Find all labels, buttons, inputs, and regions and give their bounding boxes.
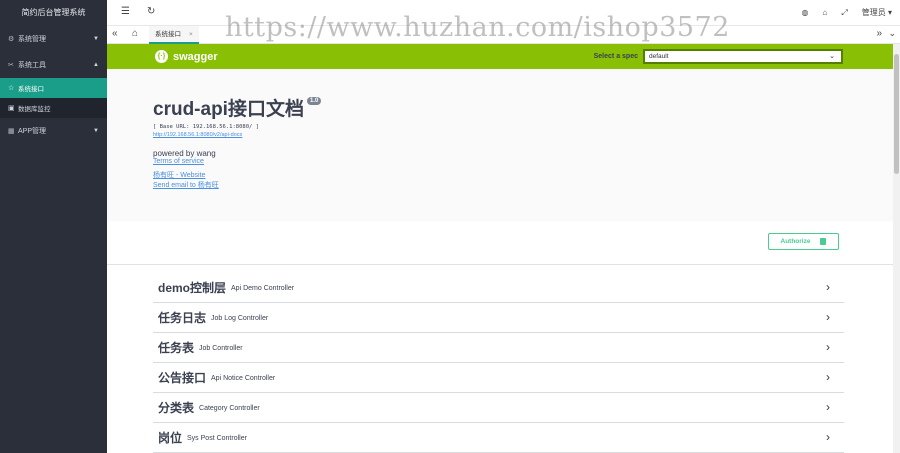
spec-select[interactable]: default ⌄: [643, 49, 843, 64]
menu-toggle-icon[interactable]: ☰: [121, 6, 130, 17]
chevron-right-icon: ›: [826, 400, 830, 414]
auth-section: Authorize: [107, 221, 893, 265]
operations-list: demo控制层 Api Demo Controller › 任务日志 Job L…: [107, 265, 893, 453]
api-docs-link[interactable]: http://192.168.56.1:8080/v2/api-docs: [153, 132, 893, 138]
chevron-down-icon: ▼: [93, 128, 99, 134]
monitor-icon: ▣: [8, 105, 15, 112]
sidebar-item-system-tools[interactable]: ✂ 系统工具 ▲: [0, 52, 107, 78]
chevron-right-icon: ›: [826, 340, 830, 354]
operation-name: 任务日志: [158, 311, 207, 325]
chevron-down-icon: ▼: [93, 36, 99, 42]
authorize-label: Authorize: [780, 238, 811, 245]
operation-desc: Sys Post Controller: [187, 435, 247, 442]
sidebar-item-db-monitor[interactable]: ▣ 数据库监控: [0, 98, 107, 118]
swagger-logo-icon: {·}: [155, 50, 168, 63]
swagger-logo-text: swagger: [173, 50, 218, 63]
operation-name: 任务表: [158, 341, 195, 355]
operation-name: 岗位: [158, 431, 183, 445]
lock-icon: [820, 238, 827, 245]
scroll-left-icon[interactable]: «: [112, 28, 118, 39]
admin-label: 管理员: [861, 8, 886, 17]
sidebar-item-label: 系统管理: [18, 36, 46, 43]
operation-name: demo控制层: [158, 281, 227, 295]
fullscreen-icon[interactable]: ⤢: [841, 8, 847, 18]
gear-icon: ⚙: [8, 36, 15, 43]
tools-icon: ✂: [8, 62, 14, 69]
sidebar-item-system-management[interactable]: ⚙ 系统管理 ▼: [0, 26, 107, 52]
sidebar: 简约后台管理系统 ⚙ 系统管理 ▼ ✂ 系统工具 ▲ ☆ 系统接口 ▣ 数据库监…: [0, 0, 107, 453]
sidebar-item-system-api[interactable]: ☆ 系统接口: [0, 78, 107, 98]
operation-desc: Job Log Controller: [211, 315, 269, 322]
operation-name: 分类表: [158, 401, 195, 415]
chevron-right-icon: ›: [826, 280, 830, 294]
chevron-right-icon: ›: [826, 430, 830, 444]
tab-system-api[interactable]: 系统接口 ×: [149, 26, 199, 44]
user-menu[interactable]: 管理员 ▾: [862, 7, 892, 18]
tag-icon[interactable]: ⌂: [823, 8, 828, 17]
palette-icon[interactable]: ◍: [802, 8, 809, 17]
home-icon[interactable]: ⌂: [132, 28, 138, 39]
swagger-topbar: {·} swagger Select a spec default ⌄: [107, 44, 893, 69]
api-title-row: crud-api接口文档 1.0: [153, 94, 893, 121]
api-info: crud-api接口文档 1.0 [ Base URL: 192.168.56.…: [107, 69, 893, 221]
spec-selector: Select a spec default ⌄: [594, 49, 843, 64]
star-icon: ☆: [8, 85, 15, 92]
top-bar: ☰ ↻ ◍ ⌂ ⤢ 管理员 ▾: [107, 0, 900, 26]
api-description: powered by wang: [153, 149, 216, 158]
version-badge: 1.0: [306, 97, 322, 105]
chevron-right-icon: ›: [826, 310, 830, 324]
api-title: crud-api接口文档: [153, 99, 304, 120]
authorize-button[interactable]: Authorize: [768, 233, 839, 250]
operation-desc: Job Controller: [199, 345, 243, 352]
terms-link[interactable]: Terms of service: [153, 158, 893, 165]
chevron-down-icon: ⌄: [829, 53, 835, 60]
scroll-right-icon[interactable]: »: [876, 28, 882, 39]
scrollbar-thumb[interactable]: [894, 54, 899, 174]
top-bar-actions: ◍ ⌂ ⤢ 管理员 ▾: [802, 7, 892, 18]
website-link[interactable]: 杨有旺 - Website: [153, 170, 893, 180]
operation-tag[interactable]: 任务表 Job Controller ›: [153, 333, 844, 363]
chevron-right-icon: ›: [826, 370, 830, 384]
sidebar-item-label: 数据库监控: [18, 106, 51, 113]
chevron-down-icon[interactable]: ⌄: [888, 28, 896, 39]
sidebar-item-label: 系统工具: [18, 62, 46, 69]
operation-desc: Api Notice Controller: [211, 375, 276, 382]
swagger-ui: {·} swagger Select a spec default ⌄ crud…: [107, 44, 893, 453]
swagger-logo[interactable]: {·} swagger: [155, 50, 218, 63]
chevron-up-icon: ▲: [93, 62, 99, 68]
operation-tag[interactable]: 任务日志 Job Log Controller ›: [153, 303, 844, 333]
app-title: 简约后台管理系统: [21, 8, 86, 17]
operation-tag[interactable]: 岗位 Sys Post Controller ›: [153, 423, 844, 453]
vertical-scrollbar[interactable]: [893, 44, 900, 453]
app-icon: ▦: [8, 128, 15, 135]
operation-tag[interactable]: 公告接口 Api Notice Controller ›: [153, 363, 844, 393]
sidebar-item-label: APP管理: [18, 128, 47, 135]
tab-label: 系统接口: [155, 31, 181, 38]
spec-value: default: [649, 53, 669, 60]
operation-name: 公告接口: [158, 371, 207, 385]
caret-down-icon: ▾: [887, 8, 892, 17]
refresh-icon[interactable]: ↻: [147, 6, 155, 17]
operation-tag[interactable]: demo控制层 Api Demo Controller ›: [153, 273, 844, 303]
operation-tag[interactable]: 分类表 Category Controller ›: [153, 393, 844, 423]
sidebar-item-app-management[interactable]: ▦ APP管理 ▼: [0, 118, 107, 144]
operation-desc: Api Demo Controller: [231, 285, 295, 292]
operation-desc: Category Controller: [199, 405, 260, 412]
email-link[interactable]: Send email to 杨有旺: [153, 180, 893, 190]
close-icon[interactable]: ×: [189, 31, 193, 38]
sidebar-item-label: 系统接口: [18, 86, 44, 93]
base-url: [ Base URL: 192.168.56.1:8080/ ]: [153, 124, 259, 130]
tabs-bar: « ⌂ 系统接口 × » ⌄: [107, 26, 900, 44]
spec-label: Select a spec: [593, 53, 638, 60]
